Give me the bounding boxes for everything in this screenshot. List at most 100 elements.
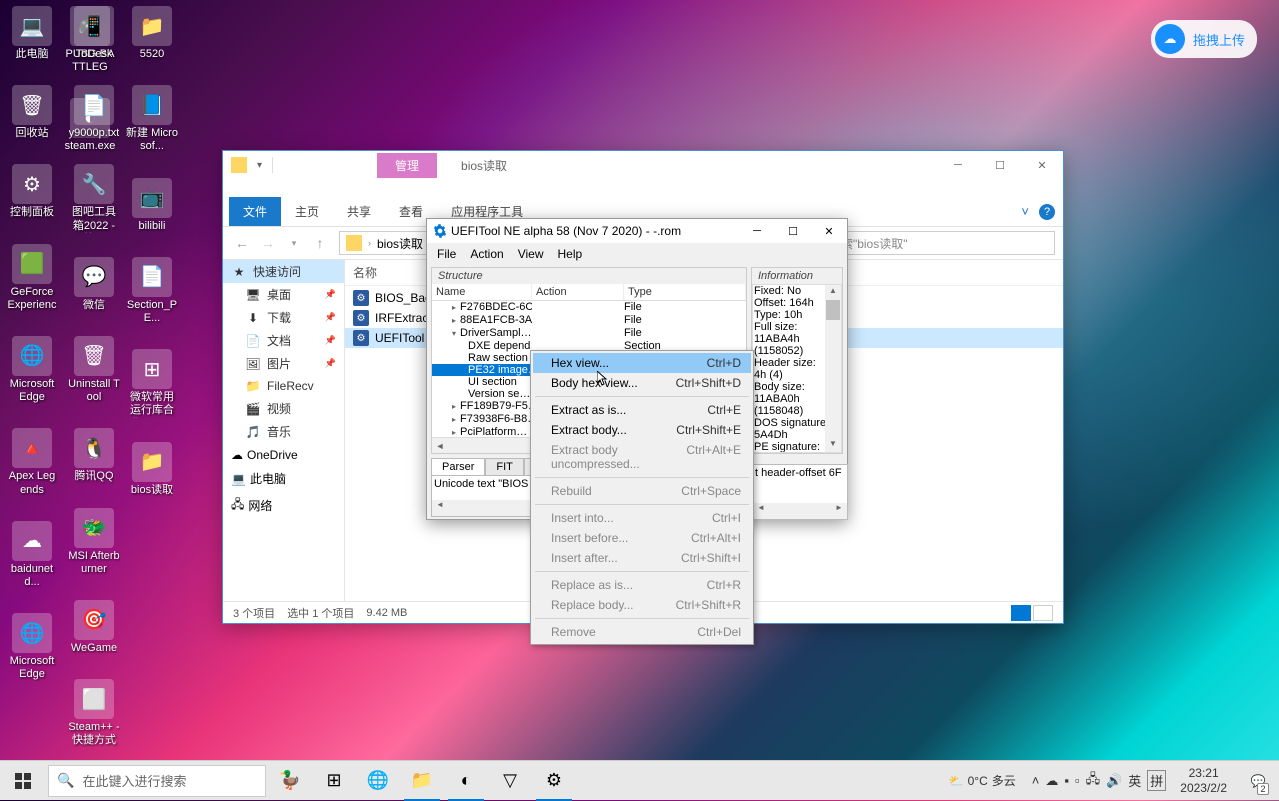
sidebar-quick-access[interactable]: ★快速访问 xyxy=(223,260,344,283)
horizontal-scrollbar[interactable]: ◄► xyxy=(753,503,847,519)
sidebar-this-pc[interactable]: 💻 此电脑 xyxy=(223,465,344,490)
desktop-icon[interactable]: ⬜Steam++ - 快捷方式 xyxy=(66,677,122,749)
close-button[interactable]: ✕ xyxy=(811,219,847,243)
desktop-icon[interactable]: 📱ToDesk xyxy=(66,4,122,63)
view-details-button[interactable] xyxy=(1011,605,1031,621)
minimize-button[interactable]: ─ xyxy=(937,151,979,179)
column-name[interactable]: Name xyxy=(432,284,532,300)
taskbar-steam[interactable]: ◐ xyxy=(444,761,488,801)
tray-app-icon[interactable]: ▫ xyxy=(1075,773,1080,788)
output-tab[interactable]: FIT xyxy=(485,458,524,475)
start-button[interactable] xyxy=(0,761,46,801)
desktop-icon[interactable]: 📄y9000p.txt xyxy=(66,83,122,142)
tray-nvidia-icon[interactable]: ▪ xyxy=(1064,773,1069,788)
qat-dropdown[interactable]: ▾ xyxy=(257,160,262,171)
ime-mode[interactable]: 拼 xyxy=(1147,770,1166,791)
explorer-titlebar[interactable]: ▾ 管理 bios读取 ─ ☐ ✕ xyxy=(223,151,1063,197)
help-icon[interactable]: ? xyxy=(1039,204,1055,220)
sidebar-item[interactable]: 📄文档📌 xyxy=(223,329,344,352)
tree-row[interactable]: ▾DriverSampl…File xyxy=(432,327,746,340)
sidebar-item[interactable]: 🎵音乐 xyxy=(223,420,344,443)
forward-button[interactable]: → xyxy=(257,232,279,254)
tree-arrow-icon[interactable]: ▸ xyxy=(452,315,460,327)
maximize-button[interactable]: ☐ xyxy=(979,151,1021,179)
cloud-upload-widget[interactable]: ☁ 拖拽上传 xyxy=(1151,20,1257,58)
taskbar-search[interactable]: 🔍 在此键入进行搜索 xyxy=(48,765,266,797)
close-button[interactable]: ✕ xyxy=(1021,151,1063,179)
taskbar-edge[interactable]: 🌐 xyxy=(356,761,400,801)
tray-onedrive-icon[interactable]: ☁ xyxy=(1045,773,1058,789)
column-action[interactable]: Action xyxy=(532,284,624,300)
manage-tab[interactable]: 管理 xyxy=(377,153,437,178)
ribbon-tab[interactable]: 共享 xyxy=(333,197,385,226)
desktop-icon[interactable]: 🎯WeGame xyxy=(66,598,122,657)
clock[interactable]: 23:21 2023/2/2 xyxy=(1174,766,1233,795)
menu-item[interactable]: Action xyxy=(464,245,509,263)
uefitool-titlebar[interactable]: UEFITool NE alpha 58 (Nov 7 2020) - -.ro… xyxy=(427,219,847,243)
vertical-scrollbar[interactable]: ▲▼ xyxy=(825,285,841,452)
taskbar-peck-icon[interactable]: 🦆 xyxy=(268,761,312,801)
context-menu-item[interactable]: Hex view...Ctrl+D xyxy=(533,353,751,373)
tray-overflow-icon[interactable]: ˄ xyxy=(1032,773,1040,788)
desktop-icon[interactable]: 🔺Apex Legends xyxy=(4,426,60,498)
up-button[interactable]: ↑ xyxy=(309,232,331,254)
ribbon-tab[interactable]: 主页 xyxy=(281,197,333,226)
desktop-icon[interactable]: 🐧腾讯QQ xyxy=(66,426,122,485)
sidebar-item[interactable]: 📁FileRecv xyxy=(223,375,344,397)
tree-arrow-icon[interactable]: ▾ xyxy=(452,328,460,340)
desktop-icon[interactable]: 📁bios读取 xyxy=(124,440,180,499)
recent-dropdown[interactable]: ▾ xyxy=(283,232,305,254)
sidebar-item[interactable]: 🎬视频 xyxy=(223,397,344,420)
context-menu-item[interactable]: Extract body...Ctrl+Shift+E xyxy=(533,420,751,440)
desktop-icon[interactable]: 🟩GeForce Experience xyxy=(4,242,60,314)
weather-widget[interactable]: ⛅ 0°C 多云 xyxy=(941,772,1024,789)
taskbar-uefitool[interactable]: ⚙ xyxy=(532,761,576,801)
sidebar-network[interactable]: 🖧 网络 xyxy=(223,490,344,519)
desktop-icon[interactable]: 🗑Uninstall Tool xyxy=(66,334,122,406)
column-type[interactable]: Type xyxy=(624,284,746,300)
output-tab[interactable]: Parser xyxy=(431,458,485,475)
menu-item[interactable]: Help xyxy=(552,245,589,263)
maximize-button[interactable]: ☐ xyxy=(775,219,811,243)
ribbon-expand-icon[interactable]: ˅ xyxy=(1021,204,1029,219)
back-button[interactable]: ← xyxy=(231,232,253,254)
tray-volume-icon[interactable]: 🔊 xyxy=(1106,773,1122,789)
tray-network-icon[interactable]: 🖧 xyxy=(1086,770,1101,792)
desktop-icon[interactable]: 📁5520 xyxy=(124,4,180,63)
taskbar-app[interactable]: ▽ xyxy=(488,761,532,801)
tree-arrow-icon[interactable]: ▸ xyxy=(452,401,460,413)
tree-arrow-icon[interactable]: ▸ xyxy=(452,302,460,314)
desktop-icon[interactable]: 🔧图吧工具箱2022 - 快... xyxy=(66,162,122,234)
desktop-icon[interactable]: 🗑回收站 xyxy=(4,83,60,142)
sidebar-onedrive[interactable]: ☁ OneDrive xyxy=(223,443,344,465)
sidebar-item[interactable]: ⬇下载📌 xyxy=(223,306,344,329)
ime-lang[interactable]: 英 xyxy=(1128,771,1141,790)
tree-row[interactable]: ▸88EA1FCB-3A…File xyxy=(432,314,746,327)
desktop-icon[interactable]: 💻此电脑 xyxy=(4,4,60,63)
desktop-icon[interactable]: 📘新建 Microsof... xyxy=(124,83,180,155)
sidebar-item[interactable]: 🖥桌面📌 xyxy=(223,283,344,306)
notification-center[interactable]: 💬 2 xyxy=(1241,761,1275,801)
taskbar-taskview[interactable]: ⊞ xyxy=(312,761,356,801)
sidebar-item[interactable]: 🖼图片📌 xyxy=(223,352,344,375)
minimize-button[interactable]: ─ xyxy=(739,219,775,243)
desktop-icon[interactable]: 🌐Microsoft Edge xyxy=(4,611,60,683)
menu-item[interactable]: View xyxy=(512,245,550,263)
desktop-icon[interactable]: 🐲MSI Afterburner xyxy=(66,506,122,578)
context-menu-item[interactable]: Body hex view...Ctrl+Shift+D xyxy=(533,373,751,393)
desktop-icon[interactable]: ☁baidunetd... xyxy=(4,519,60,591)
view-icons-button[interactable] xyxy=(1033,605,1053,621)
desktop-icon[interactable]: 🌐Microsoft Edge xyxy=(4,334,60,406)
ribbon-tab[interactable]: 文件 xyxy=(229,197,281,226)
path-separator[interactable]: › xyxy=(368,238,371,248)
tree-arrow-icon[interactable]: ▸ xyxy=(452,414,460,426)
desktop-icon[interactable]: 📄Section_PE... xyxy=(124,255,180,327)
tree-row[interactable]: ▸F276BDEC-6C…File xyxy=(432,301,746,314)
context-menu-item[interactable]: Extract as is...Ctrl+E xyxy=(533,400,751,420)
desktop-icon[interactable]: 📺bilibili xyxy=(124,176,180,235)
taskbar-explorer[interactable]: 📁 xyxy=(400,761,444,801)
desktop-icon[interactable]: ⚙控制面板 xyxy=(4,162,60,221)
path-segment[interactable]: bios读取 xyxy=(377,235,423,252)
tree-arrow-icon[interactable]: ▸ xyxy=(452,427,460,437)
menu-item[interactable]: File xyxy=(431,245,462,263)
